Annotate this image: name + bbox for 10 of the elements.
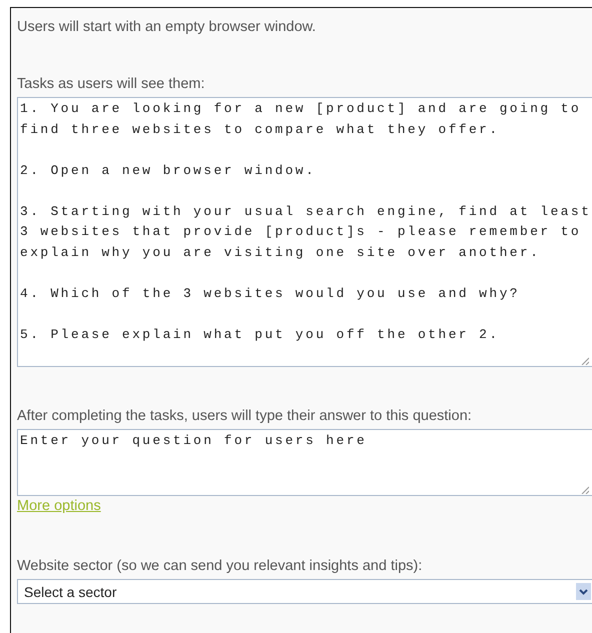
sector-dropdown[interactable]: Select a sector bbox=[17, 579, 592, 604]
question-field[interactable]: Enter your question for users here bbox=[17, 429, 592, 496]
resize-grip-icon[interactable] bbox=[581, 357, 589, 365]
chevron-down-icon bbox=[576, 583, 591, 600]
resize-grip-icon[interactable] bbox=[581, 486, 589, 494]
tasks-field[interactable]: 1. You are looking for a new [product] and are going to find three websites to compare what they offer. 2. Open a new browser window. 3. Starting with your usual search engine, find at least 3 websites that provide [product]s - please remember to explain why you are visiting one site over another. 4. Which of the 3 websites would you use and why? 5. Please explain what put you off the other 2. bbox=[17, 97, 592, 367]
intro-text: Users will start with an empty browser window. bbox=[17, 18, 317, 36]
question-label: After completing the tasks, users will type their answer to this question: bbox=[17, 407, 473, 425]
sector-label: Website sector (so we can send you relevant insights and tips): bbox=[17, 557, 424, 575]
tasks-label: Tasks as users will see them: bbox=[17, 75, 206, 93]
